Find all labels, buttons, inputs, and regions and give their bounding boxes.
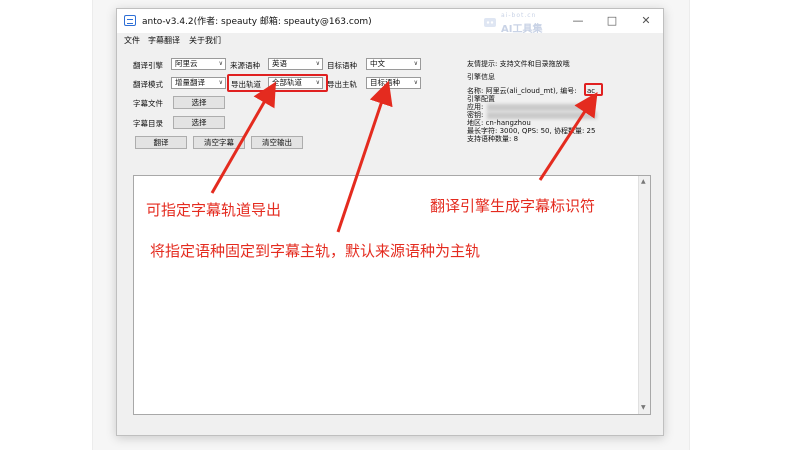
redacted-app: [487, 104, 587, 111]
highlight-engine-code: [584, 83, 603, 96]
translate-button[interactable]: 翻译: [135, 136, 187, 149]
subtitle-file-button[interactable]: 选择: [173, 96, 225, 109]
menu-subtitle-translate[interactable]: 字幕翻译: [148, 35, 180, 46]
menu-bar: 文件 字幕翻译 关于我们: [117, 33, 663, 49]
highlight-export-track: [227, 74, 328, 92]
redacted-secret: [487, 112, 597, 119]
region-line: 地区: cn-hangzhou: [467, 119, 531, 127]
engine-config-title: 引擎配置: [467, 95, 495, 103]
minimize-button[interactable]: —: [563, 11, 593, 31]
maximize-button[interactable]: □: [597, 11, 627, 31]
menu-file[interactable]: 文件: [124, 35, 140, 46]
limits-line: 最长字符: 3000, QPS: 50, 协程数量: 25: [467, 127, 596, 135]
lang-count-line: 支持语种数量: 8: [467, 135, 519, 143]
source-lang-select-value: 英语: [272, 59, 287, 68]
subtitle-dir-label: 字幕目录: [133, 119, 163, 128]
chevron-down-icon: ∨: [413, 79, 418, 86]
menu-about[interactable]: 关于我们: [189, 35, 221, 46]
clear-output-button[interactable]: 清空输出: [251, 136, 303, 149]
secret-label: 密钥:: [467, 111, 484, 119]
watermark-logo-icon: [484, 18, 496, 27]
annotation-main-track: 将指定语种固定到字幕主轨，默认来源语种为主轨: [150, 242, 481, 260]
source-lang-label: 来源语种: [230, 61, 260, 70]
chevron-down-icon: ∨: [218, 60, 223, 67]
target-lang-label: 目标语种: [327, 61, 357, 70]
title-bar[interactable]: anto-v3.4.2(作者: speauty 邮箱: speauty@163.…: [117, 9, 663, 35]
scroll-up-icon[interactable]: ▲: [641, 178, 646, 185]
watermark: ai-bot.cn AI工具集: [483, 12, 573, 35]
app-icon: [124, 15, 136, 26]
watermark-url: ai-bot.cn: [501, 12, 537, 19]
target-lang-select-value: 中文: [370, 59, 385, 68]
subtitle-file-label: 字幕文件: [133, 99, 163, 108]
subtitle-dir-button[interactable]: 选择: [173, 116, 225, 129]
mode-select[interactable]: 增量翻译 ∨: [171, 77, 226, 89]
mode-label: 翻译模式: [133, 80, 163, 89]
target-lang-select[interactable]: 中文 ∨: [366, 58, 421, 70]
source-lang-select[interactable]: 英语 ∨: [268, 58, 323, 70]
engine-select-value: 阿里云: [175, 59, 198, 68]
export-main-select-value: 目标语种: [370, 78, 400, 87]
app-label: 应用:: [467, 103, 484, 111]
window-title: anto-v3.4.2(作者: speauty 邮箱: speauty@163.…: [142, 17, 372, 27]
close-button[interactable]: ✕: [631, 11, 661, 31]
chevron-down-icon: ∨: [218, 79, 223, 86]
output-scrollbar[interactable]: ▲ ▼: [638, 176, 650, 414]
engine-info-title: 引擎信息: [467, 73, 495, 81]
annotation-engine-id: 翻译引擎生成字幕标识符: [430, 197, 596, 215]
engine-label: 翻译引擎: [133, 61, 163, 70]
chevron-down-icon: ∨: [413, 60, 418, 67]
mode-select-value: 增量翻译: [175, 78, 205, 87]
clear-subtitle-button[interactable]: 清空字幕: [193, 136, 245, 149]
scroll-down-icon[interactable]: ▼: [641, 404, 646, 411]
export-main-label: 导出主轨: [327, 80, 357, 89]
app-window: anto-v3.4.2(作者: speauty 邮箱: speauty@163.…: [116, 8, 664, 436]
engine-name-line: 名称: 阿里云(ali_cloud_mt), 编号:: [467, 87, 577, 95]
export-main-select[interactable]: 目标语种 ∨: [366, 77, 421, 89]
chevron-down-icon: ∨: [315, 60, 320, 67]
hint-text: 友情提示: 支持文件和目录拖放哦: [467, 60, 570, 68]
engine-select[interactable]: 阿里云 ∨: [171, 58, 226, 70]
annotation-track-export: 可指定字幕轨道导出: [146, 201, 282, 219]
